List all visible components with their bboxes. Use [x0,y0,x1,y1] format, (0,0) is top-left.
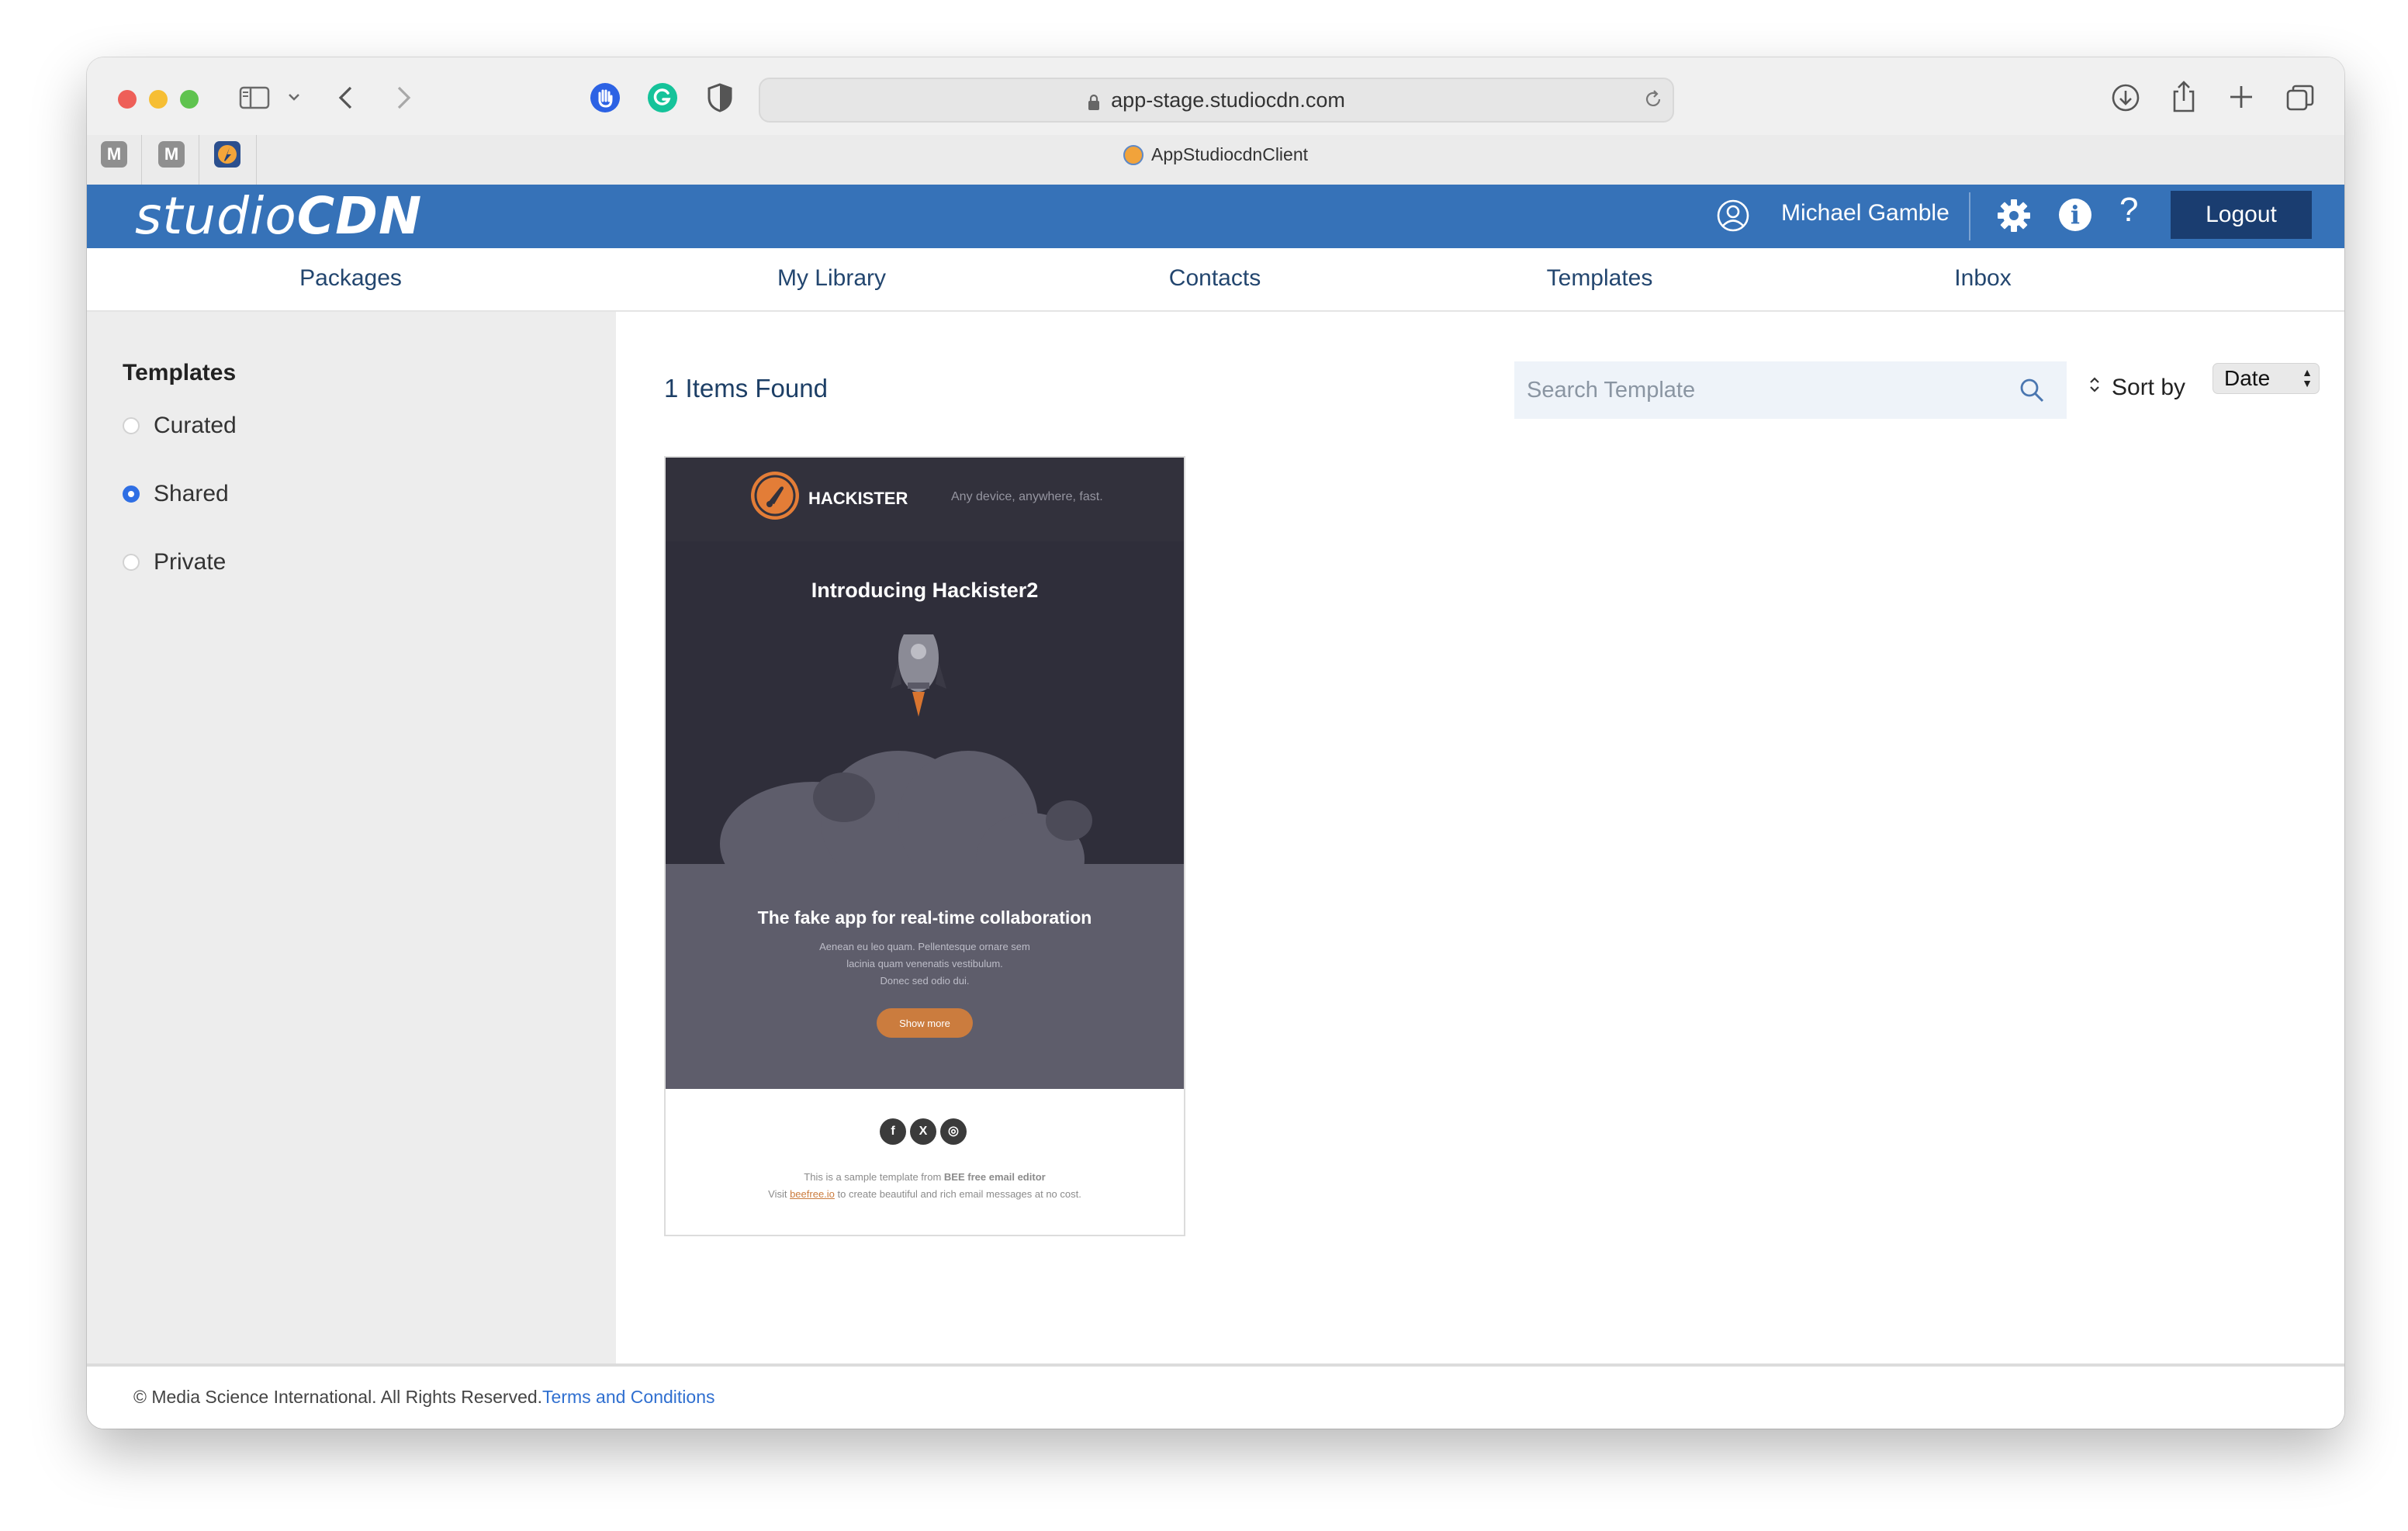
nav-inbox[interactable]: Inbox [1954,265,2011,292]
nav-packages[interactable]: Packages [299,265,402,292]
back-icon[interactable] [337,85,355,110]
app-header: studioCDN Michael Gamble i ? Logout [87,185,2344,248]
logout-button[interactable]: Logout [2171,191,2312,239]
tab-overview-icon[interactable] [2285,84,2315,112]
user-account-icon[interactable] [1716,199,1750,237]
hackister-logo-icon [751,472,799,520]
nav-contacts[interactable]: Contacts [1169,265,1261,292]
page-footer: © Media Science International. All Right… [87,1363,2344,1429]
new-tab-icon[interactable] [2228,84,2254,110]
share-icon[interactable] [2171,79,2197,113]
footer-text: to create beautiful and rich email messa… [834,1188,1081,1200]
grammarly-icon[interactable] [647,82,678,113]
forward-icon[interactable] [394,85,413,110]
filter-option-private[interactable]: Private [123,549,226,575]
download-icon[interactable] [2110,82,2141,113]
terms-link[interactable]: Terms and Conditions [542,1387,714,1407]
social-icons: f X ◎ [880,1118,967,1145]
body-text: Aenean eu leo quam. Pellentesque ornare … [666,938,1184,990]
browser-toolbar: app-stage.studiocdn.com [87,57,2344,135]
radio-shared[interactable] [123,486,140,503]
brand-name: HACKISTER [808,489,908,508]
main-nav: Packages My Library Contacts Templates I… [87,248,2344,312]
template-hero: Introducing Hackister2 [666,541,1184,867]
footer-text: This is a sample template from [804,1171,944,1183]
filter-label: Curated [154,413,237,438]
template-card[interactable]: HACKISTER Any device, anywhere, fast. In… [664,456,1185,1236]
nav-templates[interactable]: Templates [1547,265,1653,292]
body-title: The fake app for real-time collaboration [757,907,1092,928]
filter-option-shared[interactable]: Shared [123,481,229,507]
studiocdn-logo[interactable]: studioCDN [135,186,422,246]
footer-text: Visit [768,1188,791,1200]
lock-icon [1088,92,1100,110]
sort-label: Sort by [2112,375,2186,400]
body-line: Donec sed odio dui. [880,975,970,987]
tab-title-text: AppStudiocdnClient [1150,144,1309,164]
username[interactable]: Michael Gamble [1781,200,1950,226]
radio-private[interactable] [123,554,140,571]
reload-icon[interactable] [1643,89,1663,115]
filter-label: Shared [154,481,229,506]
chevron-down-icon[interactable] [287,92,301,102]
show-more-button: Show more [877,1008,973,1038]
facebook-icon: f [880,1118,906,1145]
minimize-window-button[interactable] [149,90,168,109]
beefree-link: beefree.io [790,1188,835,1200]
template-footer-line1: This is a sample template from BEE free … [666,1171,1184,1183]
hero-title: Introducing Hackister2 [811,579,1039,602]
logo-text-cdn: CDN [296,186,423,246]
rocket-cloud-illustration [720,634,1092,867]
instagram-icon: ◎ [940,1118,967,1145]
sidebar-toggle-icon[interactable] [239,85,270,110]
hand-extension-icon[interactable] [590,82,621,113]
results-count: 1 Items Found [664,374,828,403]
template-header: HACKISTER Any device, anywhere, fast. [666,458,1184,541]
sort-select-value: Date [2224,366,2271,390]
shield-icon[interactable] [706,82,734,113]
nav-my-library[interactable]: My Library [777,265,886,292]
body-line: Aenean eu leo quam. Pellentesque ornare … [819,941,1030,952]
copyright-text: © Media Science International. All Right… [133,1387,543,1407]
help-icon[interactable]: ? [2119,191,2138,230]
browser-window: app-stage.studiocdn.com M M AppStudiocdn… [87,57,2344,1429]
main-content: 1 Items Found Sort by Date ▲▼ HACKISTER [616,312,2344,1363]
filter-sidebar: Templates Curated Shared Private [87,312,616,1363]
search-box [1514,361,2067,419]
address-bar[interactable]: app-stage.studiocdn.com [759,78,1674,123]
zoom-window-button[interactable] [180,90,199,109]
copyright: © Media Science International. All Right… [133,1387,715,1408]
template-footer: f X ◎ This is a sample template from BEE… [666,1089,1184,1235]
body-line: lacinia quam venenatis vestibulum. [846,958,1003,969]
sort-select[interactable]: Date ▲ ▼ [2213,363,2320,394]
template-footer-line2: Visit beefree.io to create beautiful and… [666,1188,1184,1200]
logo-text-studio: studio [135,186,297,246]
close-window-button[interactable] [118,90,137,109]
tab-favicon-icon [1123,145,1143,165]
template-body: The fake app for real-time collaboration… [666,864,1184,1089]
gear-icon[interactable] [1997,199,2031,237]
info-icon[interactable]: i [2059,199,2091,231]
brand-tagline: Any device, anywhere, fast. [951,490,1103,503]
active-tab[interactable]: AppStudiocdnClient [87,144,2344,165]
url-text: app-stage.studiocdn.com [1111,88,1345,112]
radio-curated[interactable] [123,417,140,434]
sidebar-title: Templates [123,360,237,385]
select-arrows-icon: ▲ ▼ [2302,366,2313,389]
search-icon[interactable] [2019,377,2045,407]
x-twitter-icon: X [910,1118,936,1145]
sort-updown-icon [2088,374,2101,402]
header-divider [1969,192,1970,240]
filter-label: Private [154,549,227,575]
filter-option-curated[interactable]: Curated [123,413,237,439]
search-input[interactable] [1514,376,2009,404]
sort-by[interactable]: Sort by [2088,374,2185,402]
footer-bold-text: BEE free email editor [943,1171,1046,1183]
